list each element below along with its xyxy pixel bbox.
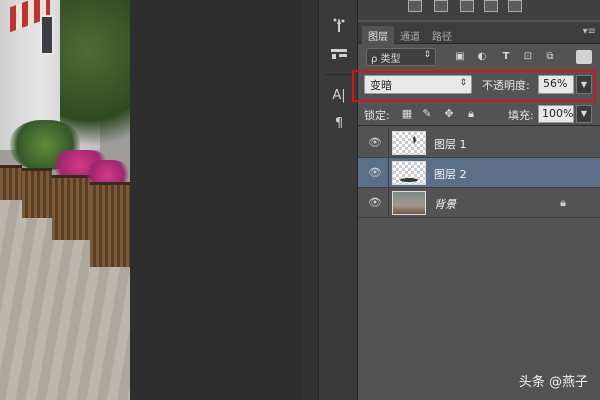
top-panel-icon[interactable] [508,0,522,12]
layer-row-selected[interactable]: 👁︎ 图层 2 [358,158,600,188]
photo-window [40,15,54,55]
chevron-updown-icon: ⇕ [423,50,431,60]
shape-filter-icon[interactable]: ⊡ [522,51,534,63]
menu-icon[interactable]: ▾≡ [583,26,596,37]
type-filter-icon[interactable]: T [500,51,512,63]
lock-transparency-icon[interactable]: ▦ [400,107,414,121]
layer-row[interactable]: 👁︎ 图层 1 [358,128,600,158]
eye-icon[interactable]: 👁︎ [368,137,382,149]
eye-icon[interactable]: 👁︎ [368,197,382,209]
layer-name[interactable]: 图层 1 [434,136,467,152]
canvas-edge [302,0,318,400]
layer-name[interactable]: 背景 [434,196,456,212]
divider [388,188,389,218]
pixel-filter-icon[interactable]: ▣ [454,51,466,63]
photo-planter [22,168,52,218]
character-icon-glyph: A| [332,87,346,103]
photo-planter [0,165,22,200]
fill-label: 填充: [508,109,534,122]
tab-channels[interactable]: 通道 [394,26,426,44]
top-panel-icon[interactable] [460,0,474,12]
panel-tabs: 图层 通道 路径 ▾≡ [358,22,600,44]
lock-label: 锁定: [364,109,390,122]
brush-settings-icon[interactable] [326,14,352,36]
photo-planter [90,182,130,267]
filter-kind-select[interactable]: ρ 类型 ⇕ [366,48,436,66]
layer-filter-row: ρ 类型 ⇕ ▣ ◐ T ⊡ ⧉ [358,44,600,70]
adjustment-filter-icon[interactable]: ◐ [476,51,488,63]
panel-top-icons [358,0,600,20]
fill-dropdown-button[interactable]: ▼ [576,105,592,123]
layer-thumbnail [392,161,426,185]
lock-image-icon[interactable]: ✎ [420,107,434,121]
lock-position-icon[interactable]: ✥ [442,107,456,121]
layer-name[interactable]: 图层 2 [434,166,467,182]
top-panel-icon[interactable] [408,0,422,12]
layer-thumbnail [392,131,426,155]
watermark: 头条 @燕子 [518,375,588,390]
top-panel-icon[interactable] [434,0,448,12]
lock-row: 锁定: ▦ ✎ ✥ 🔒︎ 填充: 100% ▼ [358,102,600,126]
filter-toggle[interactable] [576,50,592,64]
canvas-photo [0,0,130,400]
smartobject-filter-icon[interactable]: ⧉ [544,51,556,63]
divider [388,128,389,158]
layer-thumbnail [392,191,426,215]
divider [388,158,389,188]
lock-all-icon[interactable]: 🔒︎ [464,107,478,121]
eye-icon[interactable]: 👁︎ [368,167,382,179]
fill-input[interactable]: 100% [538,105,574,123]
photo-planter [52,175,90,240]
character-icon[interactable]: A| [326,84,352,106]
lock-icon: 🔒︎ [560,196,566,209]
paragraph-icon[interactable]: ¶ [326,112,352,134]
canvas-area[interactable] [130,0,302,400]
brush-presets-icon[interactable] [326,42,352,64]
filter-kind-label: ρ 类型 [371,54,401,65]
tab-paths[interactable]: 路径 [426,26,458,44]
paragraph-icon-glyph: ¶ [334,115,344,131]
tab-layers[interactable]: 图层 [362,26,394,44]
top-panel-icon[interactable] [484,0,498,12]
tool-separator [325,74,353,75]
annotation-highlight-box [352,70,596,102]
layer-row-background[interactable]: 👁︎ 背景 🔒︎ [358,188,600,218]
panel-dock-strip: A| ¶ [318,0,358,400]
